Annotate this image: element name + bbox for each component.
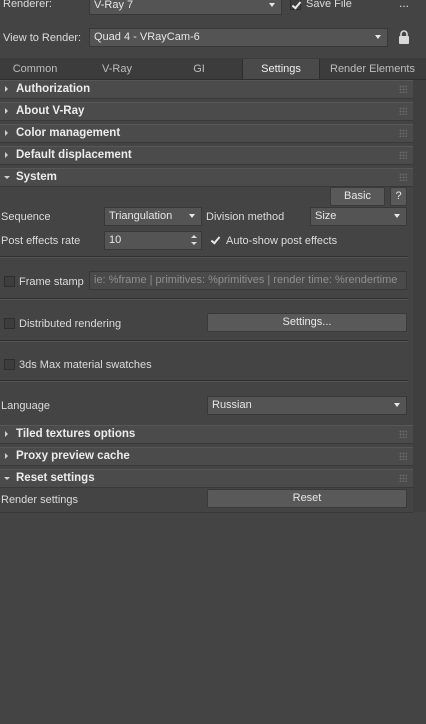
sequence-value: Triangulation bbox=[109, 210, 173, 222]
division-method-value: Size bbox=[315, 210, 337, 222]
renderer-value: V-Ray 7 bbox=[94, 0, 134, 11]
view-to-render-dropdown[interactable]: Quad 4 - VRayCam-6 bbox=[89, 28, 388, 47]
frame-stamp-label: Frame stamp bbox=[19, 276, 84, 288]
tab-gi[interactable]: GI bbox=[160, 59, 238, 79]
frame-stamp-input[interactable]: ie: %frame | primitives: %primitives | r… bbox=[89, 271, 407, 290]
distributed-rendering-checkbox[interactable] bbox=[4, 318, 15, 329]
drag-grip-icon[interactable] bbox=[399, 151, 407, 159]
material-swatches-label: 3ds Max material swatches bbox=[19, 359, 152, 371]
tab-common[interactable]: Common bbox=[0, 59, 70, 79]
checkmark-icon bbox=[210, 234, 221, 245]
rollout-title: Reset settings bbox=[16, 472, 95, 484]
expand-arrow-icon bbox=[5, 130, 8, 136]
collapse-arrow-icon bbox=[4, 477, 10, 480]
drag-grip-icon[interactable] bbox=[399, 173, 407, 181]
render-settings-label: Render settings bbox=[1, 494, 79, 506]
divider bbox=[0, 256, 408, 258]
rollout-title: Proxy preview cache bbox=[16, 450, 130, 462]
rollout-default-displacement[interactable]: Default displacement bbox=[0, 146, 413, 165]
language-dropdown[interactable]: Russian bbox=[207, 396, 407, 415]
checkmark-icon bbox=[291, 0, 302, 10]
post-effects-rate-label: Post effects rate bbox=[1, 235, 81, 247]
scrollbar-track[interactable] bbox=[413, 80, 426, 512]
help-button[interactable]: ? bbox=[390, 187, 407, 206]
post-effects-rate-value: 10 bbox=[109, 234, 122, 246]
tab-v-ray[interactable]: V-Ray bbox=[80, 59, 154, 79]
rollout-color-management[interactable]: Color management bbox=[0, 124, 413, 143]
divider bbox=[0, 380, 408, 382]
language-value: Russian bbox=[212, 399, 252, 411]
distributed-settings-button[interactable]: Settings... bbox=[207, 313, 407, 332]
tab-render-elements[interactable]: Render Elements bbox=[322, 59, 423, 79]
renderer-dropdown[interactable]: V-Ray 7 bbox=[89, 0, 282, 15]
sequence-label: Sequence bbox=[1, 211, 51, 223]
panel-bottom-border bbox=[0, 512, 413, 513]
rollout-about-v-ray[interactable]: About V-Ray bbox=[0, 102, 413, 121]
sequence-dropdown[interactable]: Triangulation bbox=[104, 207, 202, 226]
spinner-arrows-icon[interactable] bbox=[191, 235, 197, 246]
tab-settings[interactable]: Settings bbox=[242, 59, 320, 79]
material-swatches-checkbox[interactable] bbox=[4, 359, 15, 370]
save-file-label: Save File bbox=[306, 0, 352, 10]
reset-button[interactable]: Reset bbox=[207, 489, 407, 508]
chevron-down-icon bbox=[269, 3, 275, 7]
rollout-title: About V-Ray bbox=[16, 105, 85, 117]
drag-grip-icon[interactable] bbox=[399, 107, 407, 115]
division-method-dropdown[interactable]: Size bbox=[310, 207, 407, 226]
drag-grip-icon[interactable] bbox=[399, 430, 407, 438]
collapse-arrow-icon bbox=[4, 176, 10, 179]
renderer-label: Renderer: bbox=[3, 0, 52, 10]
language-label: Language bbox=[1, 400, 50, 412]
frame-stamp-checkbox[interactable] bbox=[4, 276, 15, 287]
rollout-tiled-textures-options[interactable]: Tiled textures options bbox=[0, 425, 413, 444]
rollout-title: System bbox=[16, 171, 57, 183]
drag-grip-icon[interactable] bbox=[399, 474, 407, 482]
view-to-render-label: View to Render: bbox=[3, 32, 82, 44]
auto-show-post-effects-label: Auto-show post effects bbox=[226, 235, 338, 247]
save-file-checkbox[interactable] bbox=[290, 0, 302, 10]
expand-arrow-icon bbox=[5, 108, 8, 114]
rollout-title: Color management bbox=[16, 127, 121, 139]
rollout-title: Tiled textures options bbox=[16, 428, 136, 440]
rollout-title: Authorization bbox=[16, 83, 91, 95]
rollout-proxy-preview-cache[interactable]: Proxy preview cache bbox=[0, 447, 413, 466]
rollout-title: Default displacement bbox=[16, 149, 132, 161]
rollout-system[interactable]: System bbox=[0, 168, 413, 187]
divider bbox=[0, 298, 408, 300]
view-value: Quad 4 - VRayCam-6 bbox=[94, 31, 200, 43]
distributed-rendering-label: Distributed rendering bbox=[19, 318, 122, 330]
rollout-authorization[interactable]: Authorization bbox=[0, 80, 413, 99]
more-options-button[interactable]: ... bbox=[399, 0, 409, 10]
frame-stamp-text: ie: %frame | primitives: %primitives | r… bbox=[94, 274, 398, 286]
division-method-label: Division method bbox=[206, 211, 285, 223]
expand-arrow-icon bbox=[5, 431, 8, 437]
post-effects-rate-spinner[interactable]: 10 bbox=[104, 231, 202, 250]
expand-arrow-icon bbox=[5, 453, 8, 459]
expand-arrow-icon bbox=[5, 86, 8, 92]
chevron-down-icon bbox=[375, 35, 381, 39]
drag-grip-icon[interactable] bbox=[399, 452, 407, 460]
basic-button[interactable]: Basic bbox=[330, 187, 385, 206]
chevron-down-icon bbox=[189, 214, 195, 218]
lock-icon[interactable] bbox=[398, 30, 410, 44]
drag-grip-icon[interactable] bbox=[399, 129, 407, 137]
expand-arrow-icon bbox=[5, 152, 8, 158]
chevron-down-icon bbox=[394, 403, 400, 407]
drag-grip-icon[interactable] bbox=[399, 85, 407, 93]
chevron-down-icon bbox=[394, 214, 400, 218]
auto-show-post-effects-checkbox[interactable] bbox=[210, 234, 221, 246]
rollout-reset-settings[interactable]: Reset settings bbox=[0, 469, 413, 488]
divider bbox=[0, 340, 408, 342]
